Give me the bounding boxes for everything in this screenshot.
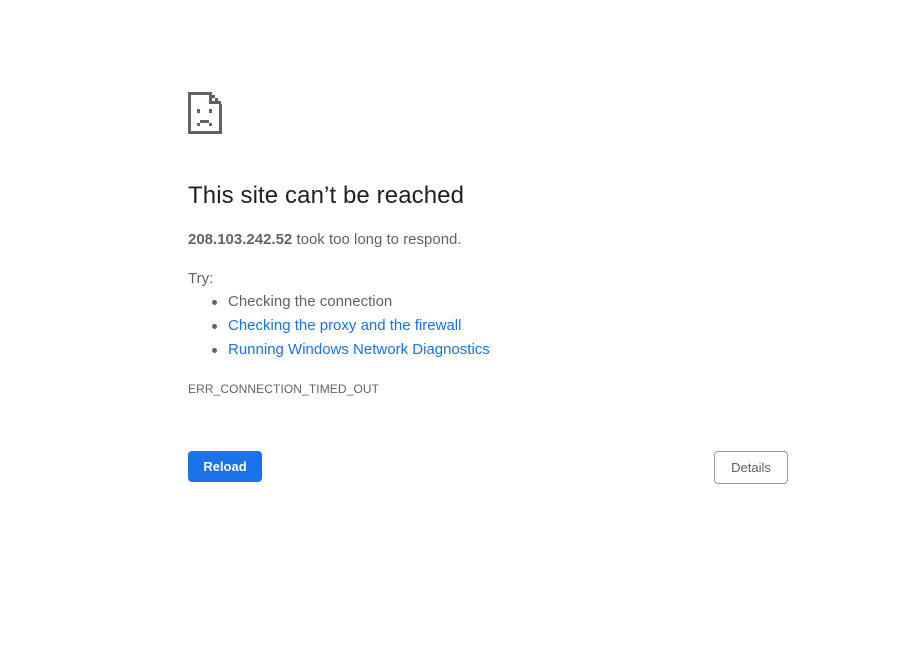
error-page: This site can’t be reached 208.103.242.5… bbox=[188, 92, 788, 484]
error-code: ERR_CONNECTION_TIMED_OUT bbox=[188, 382, 380, 396]
reload-button[interactable]: Reload bbox=[188, 451, 262, 482]
sad-document-icon bbox=[188, 92, 222, 134]
suggestions-list: Checking the connection Checking the pro… bbox=[188, 291, 490, 363]
suggestion-network-diagnostics-item: Running Windows Network Diagnostics bbox=[212, 339, 490, 363]
description-suffix: took too long to respond. bbox=[292, 231, 462, 248]
try-label: Try: bbox=[188, 270, 214, 287]
page-title: This site can’t be reached bbox=[188, 182, 465, 209]
error-description: 208.103.242.52 took too long to respond. bbox=[188, 231, 462, 248]
suggestion-check-connection: Checking the connection bbox=[212, 291, 490, 315]
host-address: 208.103.242.52 bbox=[188, 231, 293, 248]
details-button[interactable]: Details bbox=[714, 451, 788, 484]
suggestion-check-proxy-item: Checking the proxy and the firewall bbox=[212, 315, 490, 339]
network-diagnostics-link[interactable]: Running Windows Network Diagnostics bbox=[228, 341, 490, 358]
check-proxy-firewall-link[interactable]: Checking the proxy and the firewall bbox=[228, 317, 461, 334]
